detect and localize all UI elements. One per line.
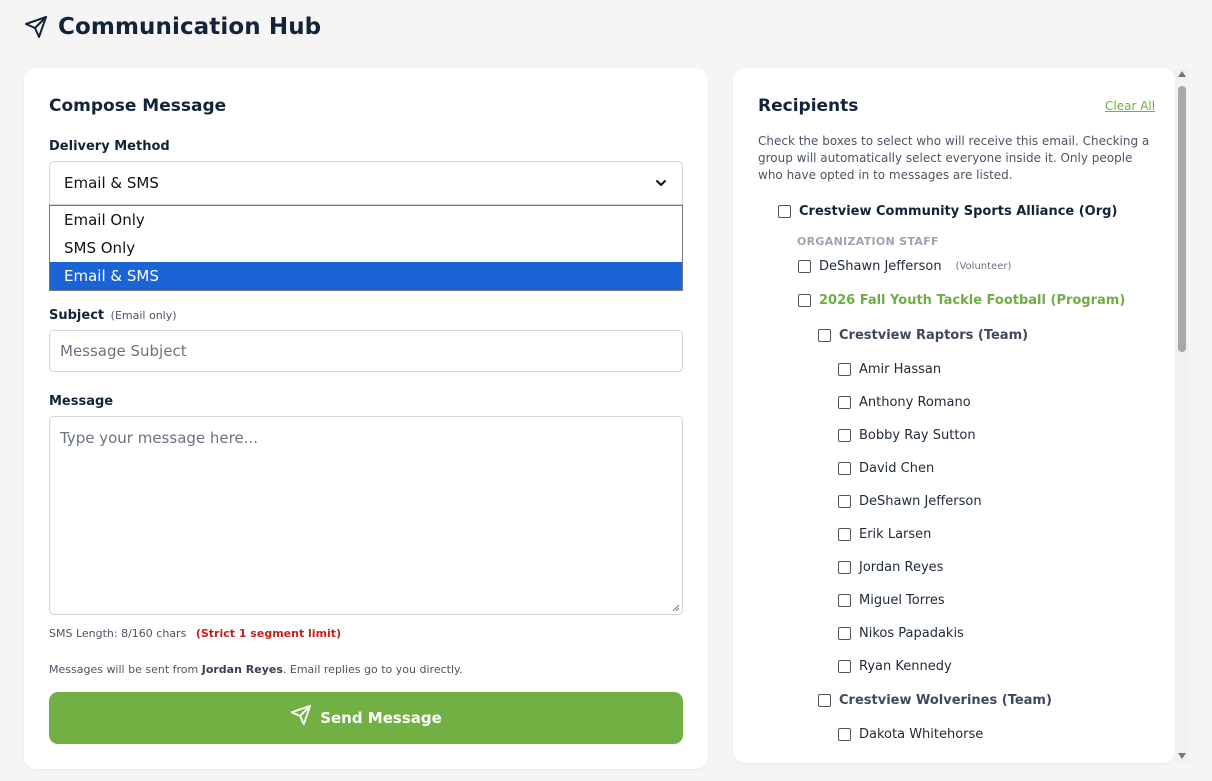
team-checkbox[interactable]: [818, 329, 831, 342]
member-checkbox[interactable]: [838, 396, 851, 409]
subject-placeholder: Message Subject: [60, 342, 187, 360]
tree-program[interactable]: 2026 Fall Youth Tackle Football (Program…: [798, 293, 1125, 308]
sms-length: SMS Length: 8/160 chars (Strict 1 segmen…: [49, 627, 341, 640]
list-item[interactable]: DeShawn Jefferson: [838, 494, 982, 509]
recipients-title: Recipients: [758, 96, 859, 116]
recipients-description: Check the boxes to select who will recei…: [758, 134, 1150, 182]
send-icon: [291, 704, 312, 726]
list-item[interactable]: David Chen: [838, 461, 934, 476]
member-name: Dakota Whitehorse: [859, 727, 984, 742]
program-label: 2026 Fall Youth Tackle Football (Program…: [819, 293, 1126, 308]
member-checkbox[interactable]: [838, 561, 851, 574]
org-checkbox[interactable]: [778, 205, 791, 218]
delivery-method-select[interactable]: Email & SMS: [49, 161, 683, 205]
option-sms-only[interactable]: SMS Only: [50, 234, 682, 262]
staff-heading: ORGANIZATION STAFF: [797, 235, 939, 248]
program-checkbox[interactable]: [798, 294, 811, 307]
member-name: Erik Larsen: [859, 527, 932, 542]
list-item[interactable]: Ryan Kennedy: [838, 659, 952, 674]
member-name: David Chen: [859, 461, 935, 476]
team-label: Crestview Wolverines (Team): [839, 693, 1052, 708]
member-name: Bobby Ray Sutton: [859, 428, 976, 443]
member-name: Nikos Papadakis: [859, 626, 964, 641]
send-message-button[interactable]: Send Message: [49, 692, 683, 744]
scroll-up-icon[interactable]: [1178, 71, 1186, 77]
list-item[interactable]: Amir Hassan: [838, 362, 941, 377]
delivery-method-value: Email & SMS: [64, 174, 159, 192]
tree-team[interactable]: Crestview Raptors (Team): [818, 328, 1028, 343]
compose-card: Compose Message Delivery Method Email & …: [24, 68, 708, 769]
sender-prefix: Messages will be sent from: [49, 663, 202, 676]
chevron-down-icon: [656, 180, 666, 186]
member-checkbox[interactable]: [838, 462, 851, 475]
compose-title: Compose Message: [49, 96, 227, 116]
member-name: Jordan Reyes: [859, 560, 944, 575]
subject-label: Subject (Email only): [49, 308, 177, 323]
member-name: Anthony Romano: [859, 395, 971, 410]
member-checkbox[interactable]: [838, 728, 851, 741]
list-item[interactable]: Jordan Reyes: [838, 560, 943, 575]
list-item[interactable]: Miguel Torres: [838, 593, 945, 608]
scroll-down-icon[interactable]: [1178, 753, 1186, 759]
member-checkbox[interactable]: [838, 363, 851, 376]
tree-team[interactable]: Crestview Wolverines (Team): [818, 693, 1052, 708]
list-item[interactable]: Erik Larsen: [838, 527, 931, 542]
team-checkbox[interactable]: [818, 694, 831, 707]
list-item[interactable]: Dakota Whitehorse: [838, 727, 983, 742]
send-icon: [25, 16, 47, 38]
delivery-method-dropdown: Email Only SMS Only Email & SMS: [49, 205, 683, 291]
recipients-card: Recipients Clear All Check the boxes to …: [733, 68, 1175, 763]
subject-hint: (Email only): [110, 309, 177, 322]
scroll-thumb[interactable]: [1178, 86, 1186, 352]
list-item[interactable]: Anthony Romano: [838, 395, 971, 410]
member-checkbox[interactable]: [838, 627, 851, 640]
subject-label-text: Subject: [49, 308, 105, 323]
team-label: Crestview Raptors (Team): [839, 328, 1029, 343]
member-checkbox[interactable]: [838, 495, 851, 508]
staff-item[interactable]: DeShawn Jefferson (Volunteer): [798, 259, 1011, 274]
sender-name: Jordan Reyes: [201, 663, 283, 676]
member-checkbox[interactable]: [838, 429, 851, 442]
page-header: Communication Hub: [24, 14, 321, 40]
option-email-and-sms[interactable]: Email & SMS: [50, 262, 682, 290]
delivery-method-label: Delivery Method: [49, 139, 170, 154]
page-title: Communication Hub: [58, 14, 322, 40]
member-name: DeShawn Jefferson: [859, 494, 982, 509]
message-label: Message: [49, 394, 114, 409]
sms-limit-warning: (Strict 1 segment limit): [195, 627, 342, 640]
list-item[interactable]: Bobby Ray Sutton: [838, 428, 976, 443]
staff-role: (Volunteer): [955, 261, 1012, 272]
list-item[interactable]: Nikos Papadakis: [838, 626, 964, 641]
staff-checkbox[interactable]: [798, 260, 811, 273]
org-label: Crestview Community Sports Alliance (Org…: [799, 204, 1118, 219]
subject-input[interactable]: Message Subject: [49, 330, 683, 372]
send-message-label: Send Message: [320, 709, 442, 727]
member-name: Ryan Kennedy: [859, 659, 952, 674]
sender-note: Messages will be sent from Jordan Reyes.…: [49, 663, 462, 676]
sms-length-count: SMS Length: 8/160 chars: [49, 627, 187, 640]
member-name: Miguel Torres: [859, 593, 945, 608]
member-checkbox[interactable]: [838, 528, 851, 541]
member-name: Amir Hassan: [859, 362, 942, 377]
member-checkbox[interactable]: [838, 594, 851, 607]
sender-suffix: . Email replies go to you directly.: [282, 663, 463, 676]
option-email-only[interactable]: Email Only: [50, 206, 682, 234]
member-checkbox[interactable]: [838, 660, 851, 673]
staff-name: DeShawn Jefferson: [819, 259, 942, 274]
tree-org[interactable]: Crestview Community Sports Alliance (Org…: [778, 204, 1117, 219]
recipients-scrollbar[interactable]: [1175, 68, 1189, 763]
resize-handle-icon[interactable]: [671, 603, 680, 612]
message-textarea[interactable]: Type your message here...: [49, 416, 683, 615]
clear-all-link[interactable]: Clear All: [1105, 99, 1155, 113]
message-placeholder: Type your message here...: [60, 429, 259, 447]
